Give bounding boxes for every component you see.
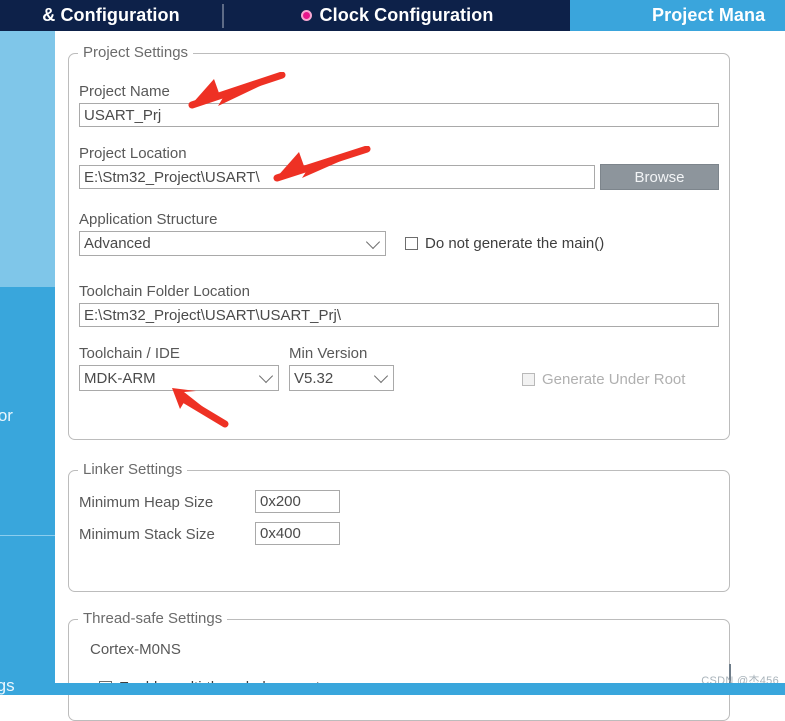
chevron-down-icon [365,234,381,249]
minimum-heap-size-value: 0x200 [260,493,301,510]
minimum-stack-size-label: Minimum Stack Size [79,526,215,543]
tab-clock-configuration-label: Clock Configuration [319,5,494,25]
sidebar-item-advanced-settings[interactable] [0,536,55,695]
tab-project-manager[interactable]: Project Mana [570,0,785,31]
browse-button[interactable]: Browse [600,164,719,190]
application-structure-value: Advanced [84,235,151,252]
toolchain-ide-value: MDK-ARM [84,369,156,387]
toolchain-ide-label: Toolchain / IDE [79,345,180,362]
bottom-strip [55,683,785,695]
sidebar-item-project-manager[interactable] [0,31,55,287]
toolchain-ide-select[interactable]: MDK-ARM [79,365,279,391]
chevron-down-icon [258,368,274,384]
application-structure-label: Application Structure [79,211,218,228]
project-location-label: Project Location [79,145,187,162]
thread-safe-settings-group: Thread-safe Settings [68,610,730,721]
tab-bar: & Configuration Clock Configuration Proj… [0,0,785,31]
minimum-heap-size-label: Minimum Heap Size [79,494,214,511]
project-name-label: Project Name [79,83,170,100]
project-location-value: E:\Stm32_Project\USART\ [84,168,260,186]
do-not-generate-main-label: Do not generate the main() [425,235,605,252]
toolchain-folder-value: E:\Stm32_Project\USART\USART_Prj\ [84,306,342,324]
browse-button-label: Browse [634,168,685,186]
generate-under-root-label: Generate Under Root [542,371,686,388]
minimum-stack-size-input[interactable]: 0x400 [255,522,340,545]
tab-clock-configuration[interactable]: Clock Configuration [224,0,570,31]
application-structure-select[interactable]: Advanced [79,231,386,256]
sidebar-item-advanced-settings-label: ttings [0,676,15,695]
min-version-value: V5.32 [294,369,334,387]
thread-safe-settings-legend: Thread-safe Settings [78,610,228,627]
sidebar: rator ttings [0,31,55,695]
do-not-generate-main-checkbox[interactable]: Do not generate the main() [405,235,604,252]
cortex-core-label: Cortex-M0NS [90,641,181,658]
sidebar-item-code-generator-label: rator [0,406,13,425]
linker-settings-legend: Linker Settings [78,461,188,478]
generate-under-root-checkbox[interactable]: Generate Under Root [522,371,685,388]
project-name-value: USART_Prj [84,106,162,124]
chevron-down-icon [373,368,389,384]
project-settings-legend: Project Settings [78,44,194,61]
min-version-select[interactable]: V5.32 [289,365,394,391]
warning-dot-icon [300,10,312,21]
project-location-input[interactable]: E:\Stm32_Project\USART\ [79,165,595,189]
checkbox-icon [522,373,535,386]
toolchain-folder-label: Toolchain Folder Location [79,283,250,300]
toolchain-folder-input[interactable]: E:\Stm32_Project\USART\USART_Prj\ [79,303,719,327]
tab-project-manager-label: Project Mana [652,5,766,25]
project-name-input[interactable]: USART_Prj [79,103,719,127]
checkbox-icon [405,237,418,250]
tab-pinout-configuration[interactable]: & Configuration [0,0,222,31]
min-version-label: Min Version [289,345,368,362]
tab-pinout-configuration-label: & Configuration [42,5,180,25]
minimum-stack-size-value: 0x400 [260,525,301,542]
project-manager-panel: Project Settings Project Name USART_Prj … [55,31,785,721]
minimum-heap-size-input[interactable]: 0x200 [255,490,340,513]
